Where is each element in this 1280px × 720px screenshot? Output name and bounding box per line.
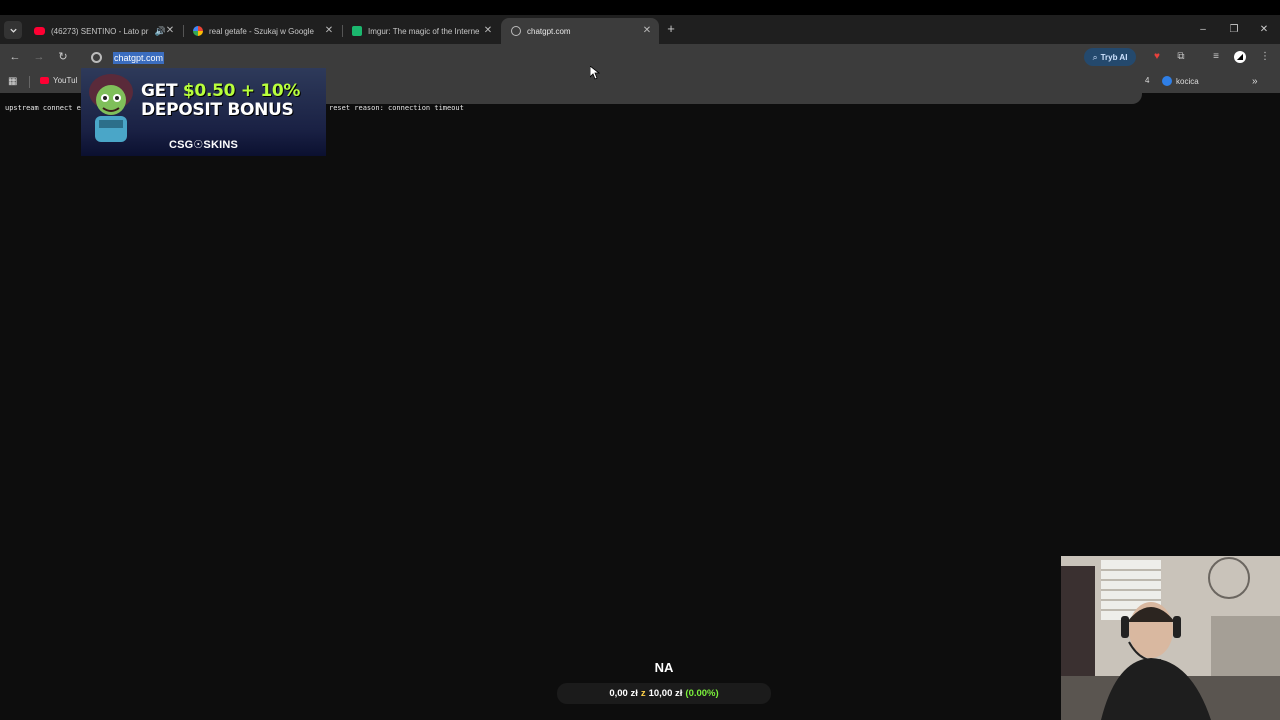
donation-goal-bar: 0,00 zł z 10,00 zł (0.00%) [557, 683, 771, 704]
goal-target: 10,00 zł [648, 688, 683, 699]
address-text[interactable]: chatgpt.com [113, 52, 165, 64]
mouse-cursor-icon [590, 66, 600, 80]
overlay-label: NA [654, 660, 674, 675]
chatgpt-icon [511, 26, 521, 36]
bookmarks-overflow-icon[interactable]: » [1252, 76, 1258, 87]
bookmark-label: 4 [1145, 76, 1150, 85]
ad-line2: DEPOSIT BONUS [141, 100, 294, 120]
tab-close-button[interactable]: ✕ [482, 25, 494, 37]
bookmark-label: YouTul [53, 76, 78, 85]
kocica-icon [1162, 76, 1172, 86]
webcam-image [1061, 556, 1280, 720]
tab-google[interactable]: real getafe - Szukaj w Google ✕ [183, 18, 341, 44]
error-message-end: reset reason: connection timeout [329, 104, 464, 112]
tab-close-button[interactable]: ✕ [164, 25, 176, 37]
tab-imgur[interactable]: Imgur: The magic of the Interne ✕ [342, 18, 500, 44]
tab-title: (46273) SENTINO - Lato pr [51, 26, 149, 36]
bookmarks-divider [29, 76, 30, 88]
ad-line1-prefix: GET [141, 81, 183, 101]
reload-icon[interactable]: ↻ [56, 50, 70, 64]
apps-grid-icon[interactable]: ▦ [8, 76, 17, 87]
goal-percent: (0.00%) [685, 688, 719, 699]
tab-close-button[interactable]: ✕ [323, 25, 335, 37]
ad-character-illustration [89, 74, 133, 142]
ad-banner[interactable]: GET $0.50 + 10% DEPOSIT BONUS CSG☉SKINS [81, 68, 326, 156]
goal-separator: z [640, 688, 646, 699]
tab-search-button[interactable] [4, 21, 22, 39]
ad-line1-highlight: $0.50 + 10% [182, 81, 301, 101]
ad-headline: GET $0.50 + 10% DEPOSIT BONUS [141, 82, 321, 120]
tab-chatgpt[interactable]: chatgpt.com ✕ [501, 18, 659, 44]
site-info-icon[interactable] [91, 52, 102, 63]
close-window-icon[interactable]: ✕ [1256, 23, 1272, 37]
tab-youtube[interactable]: (46273) SENTINO - Lato pr 🔊 ✕ [24, 18, 182, 44]
media-queue-icon[interactable]: ≡ [1210, 51, 1222, 63]
tab-title: chatgpt.com [527, 26, 571, 36]
tab-strip: (46273) SENTINO - Lato pr 🔊 ✕ real getaf… [0, 15, 1280, 44]
bookmark-partial[interactable]: 4 [1145, 76, 1149, 85]
extension-red-icon[interactable]: ♥ [1151, 51, 1163, 63]
ai-mode-button[interactable]: ⌕ Tryb AI [1084, 48, 1136, 66]
ad-brand-logo: CSG☉SKINS [168, 139, 239, 151]
menu-kebab-icon[interactable]: ⋮ [1259, 51, 1271, 63]
youtube-icon [34, 27, 45, 35]
bookmark-kocica[interactable]: kocica [1162, 76, 1199, 86]
new-tab-button[interactable]: + [664, 21, 678, 37]
browser-toolbar: ← → ↻ chatgpt.com ⌕ Tryb AI ♥ ⧉ ≡ ◢ ⋮ [0, 44, 1280, 71]
extensions-puzzle-icon[interactable]: ⧉ [1175, 51, 1187, 63]
tab-title: Imgur: The magic of the Interne [368, 26, 480, 36]
back-icon[interactable]: ← [8, 50, 22, 64]
imgur-icon [352, 26, 362, 36]
chevron-down-icon [9, 28, 17, 33]
error-message-start: upstream connect er [5, 104, 86, 112]
address-bar[interactable]: chatgpt.com [86, 47, 1142, 69]
profile-avatar-icon[interactable]: ◢ [1234, 51, 1246, 63]
google-icon [193, 26, 203, 36]
minimize-icon[interactable]: – [1195, 23, 1211, 37]
tab-title: real getafe - Szukaj w Google [209, 26, 314, 36]
webcam-feed [1061, 556, 1280, 720]
tab-close-button[interactable]: ✕ [641, 25, 653, 37]
restore-icon[interactable]: ❐ [1226, 23, 1242, 37]
bookmark-label: kocica [1176, 76, 1199, 86]
search-sparkle-icon: ⌕ [1092, 51, 1098, 62]
goal-current: 0,00 zł [609, 688, 638, 699]
youtube-icon [40, 77, 49, 84]
bookmark-youtube[interactable]: YouTul [40, 76, 77, 85]
ai-mode-label: Tryb AI [1100, 52, 1128, 62]
top-black-strip [0, 0, 1280, 15]
forward-icon[interactable]: → [32, 50, 46, 64]
